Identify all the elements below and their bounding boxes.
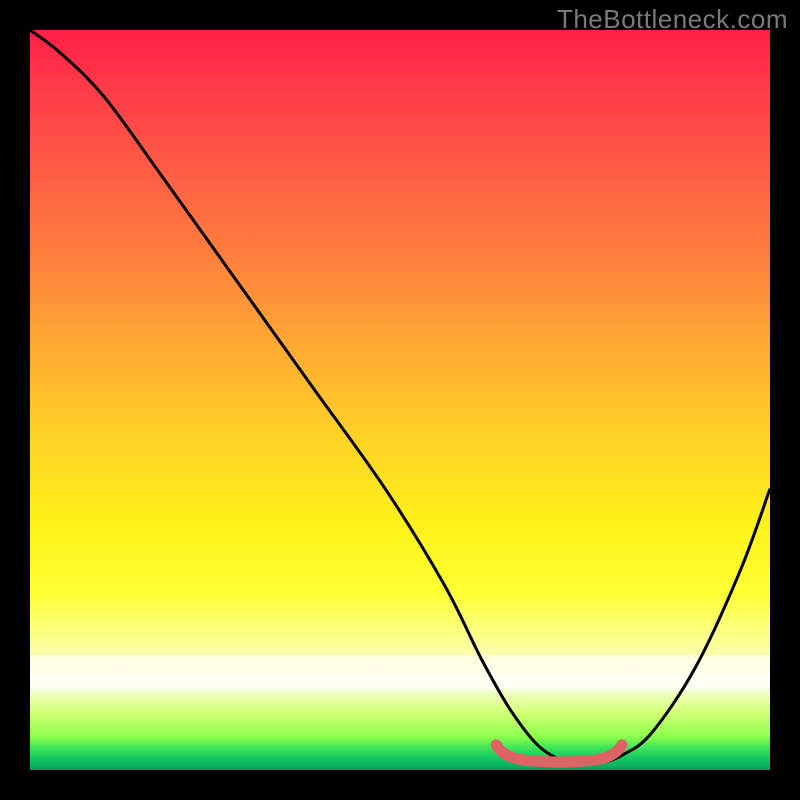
plot-area: [30, 30, 770, 770]
chart-svg: [30, 30, 770, 770]
optimal-zone-arc: [496, 745, 622, 762]
bottleneck-curve: [30, 30, 770, 764]
watermark-text: TheBottleneck.com: [557, 4, 788, 35]
chart-frame: TheBottleneck.com: [0, 0, 800, 800]
